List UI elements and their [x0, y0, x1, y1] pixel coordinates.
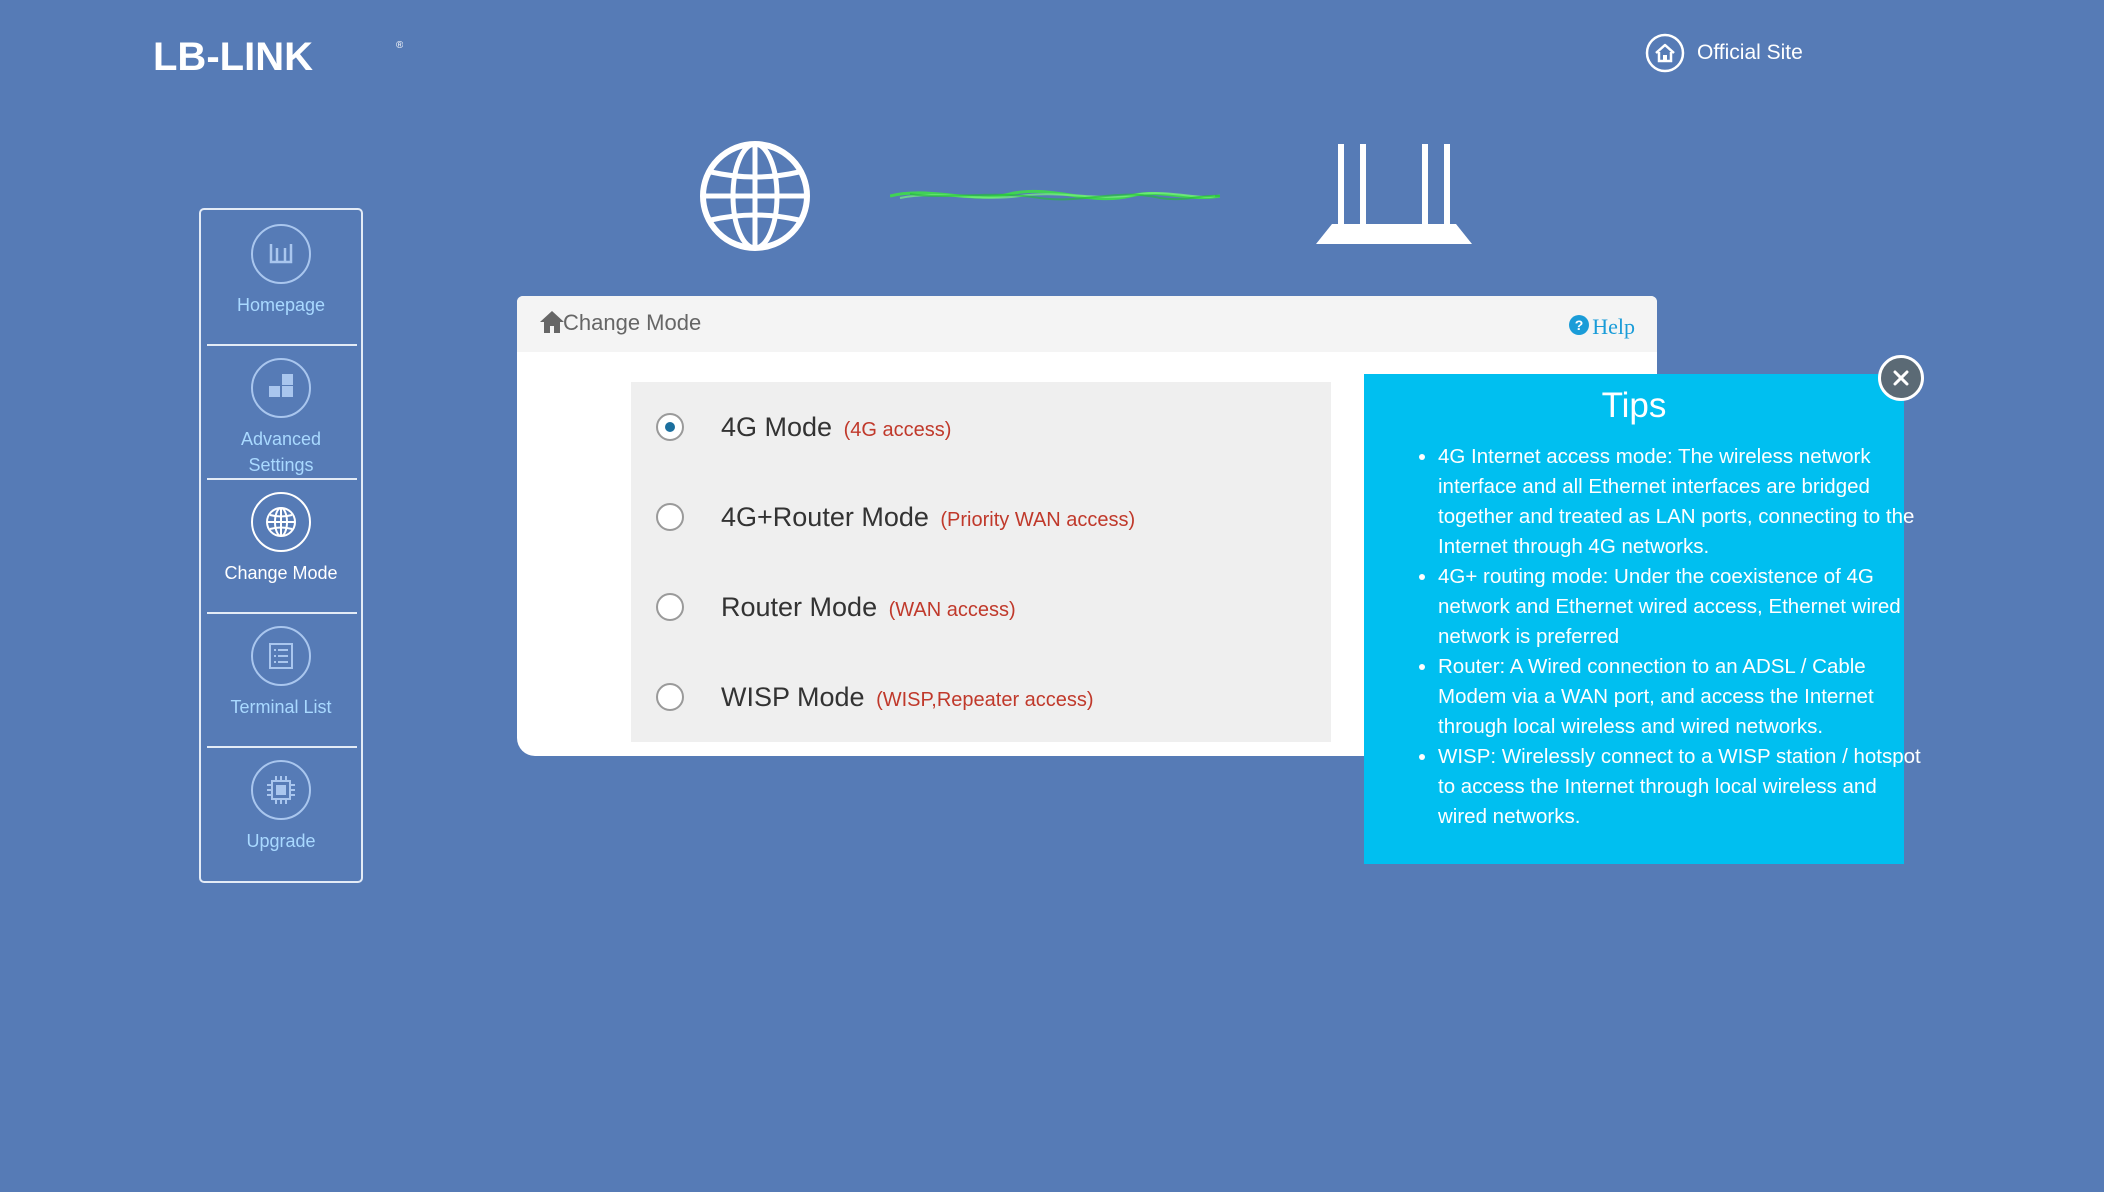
mode-label: 4G+Router Mode (Priority WAN access): [721, 502, 1135, 533]
router-device-icon: [1316, 144, 1472, 244]
chip-icon: [251, 760, 311, 820]
tips-popup: Tips 4G Internet access mode: The wirele…: [1364, 374, 1921, 864]
mode-name-text: 4G+Router Mode: [721, 501, 929, 532]
mode-option-router[interactable]: Router Mode (WAN access): [631, 562, 1331, 652]
svg-text:®: ®: [396, 40, 403, 51]
globe-icon: [251, 492, 311, 552]
official-site-label: Official Site: [1697, 41, 1803, 64]
radio-wisp-mode[interactable]: [656, 683, 684, 711]
mode-sub-text: (WISP,Repeater access): [876, 688, 1094, 711]
svg-text:?: ?: [1575, 317, 1584, 333]
mode-sub-text: (4G access): [843, 418, 952, 441]
internet-globe-icon: [700, 141, 810, 251]
connection-signal-wave: [890, 189, 1220, 201]
tips-title: Tips: [1601, 386, 1667, 425]
tips-item: WISP: Wirelessly connect to a WISP stati…: [1438, 742, 1928, 832]
tips-item: Router: A Wired connection to an ADSL / …: [1438, 652, 1928, 742]
mode-option-wisp[interactable]: WISP Mode (WISP,Repeater access): [631, 652, 1331, 742]
mode-option-4g[interactable]: 4G Mode (4G access): [631, 382, 1331, 472]
lb-link-logo: LB-LINK ®: [153, 35, 403, 76]
home-icon: [540, 311, 564, 333]
mode-options: 4G Mode (4G access) 4G+Router Mode (Prio…: [631, 382, 1331, 742]
sidebar-item-change-mode[interactable]: Change Mode: [201, 478, 361, 612]
help-label: Help: [1592, 314, 1635, 339]
tips-item: 4G+ routing mode: Under the coexistence …: [1438, 562, 1928, 652]
tips-item: 4G Internet access mode: The wireless ne…: [1438, 442, 1928, 562]
radio-router-mode[interactable]: [656, 593, 684, 621]
mode-name-text: WISP Mode: [721, 681, 865, 712]
radio-4g-mode[interactable]: [656, 413, 684, 441]
sidebar-item-label: Advanced Settings: [240, 429, 322, 475]
mode-option-4g-router[interactable]: 4G+Router Mode (Priority WAN access): [631, 472, 1331, 562]
mode-label: WISP Mode (WISP,Repeater access): [721, 682, 1094, 713]
sidebar-item-label: Change Mode: [224, 563, 338, 583]
question-icon: ?: [1569, 315, 1590, 335]
home-circle-icon: [1645, 33, 1685, 73]
sidebar-nav: Homepage Advanced Settings Change Mode T…: [199, 208, 363, 883]
mode-name-text: Router Mode: [721, 591, 878, 622]
mode-sub-text: (WAN access): [888, 598, 1016, 621]
mode-sub-text: (Priority WAN access): [940, 508, 1136, 531]
tips-list: 4G Internet access mode: The wireless ne…: [1394, 442, 1928, 832]
sidebar-item-advanced-settings[interactable]: Advanced Settings: [201, 344, 361, 478]
panel-title: Change Mode: [563, 310, 702, 335]
sidebar-item-label: Homepage: [236, 295, 326, 315]
close-icon: [1893, 370, 1909, 386]
panel-header: Change Mode ? Help: [517, 296, 1657, 352]
router-icon: [251, 224, 311, 284]
sidebar-item-terminal-list[interactable]: Terminal List: [201, 612, 361, 746]
sidebar-item-label: Terminal List: [230, 697, 332, 717]
radio-4g-router-mode[interactable]: [656, 503, 684, 531]
tips-close-button[interactable]: [1878, 355, 1924, 401]
mode-label: Router Mode (WAN access): [721, 592, 1016, 623]
list-icon: [251, 626, 311, 686]
official-site-link[interactable]: Official Site: [1645, 33, 1803, 73]
logo-text: LB-LINK: [153, 35, 313, 76]
grid-icon: [251, 358, 311, 418]
sidebar-item-upgrade[interactable]: Upgrade: [201, 746, 361, 880]
sidebar-item-label: Upgrade: [246, 831, 316, 851]
mode-label: 4G Mode (4G access): [721, 412, 951, 443]
sidebar-item-homepage[interactable]: Homepage: [201, 210, 361, 344]
mode-name-text: 4G Mode: [721, 411, 833, 442]
help-link[interactable]: ? Help: [1568, 310, 1635, 340]
